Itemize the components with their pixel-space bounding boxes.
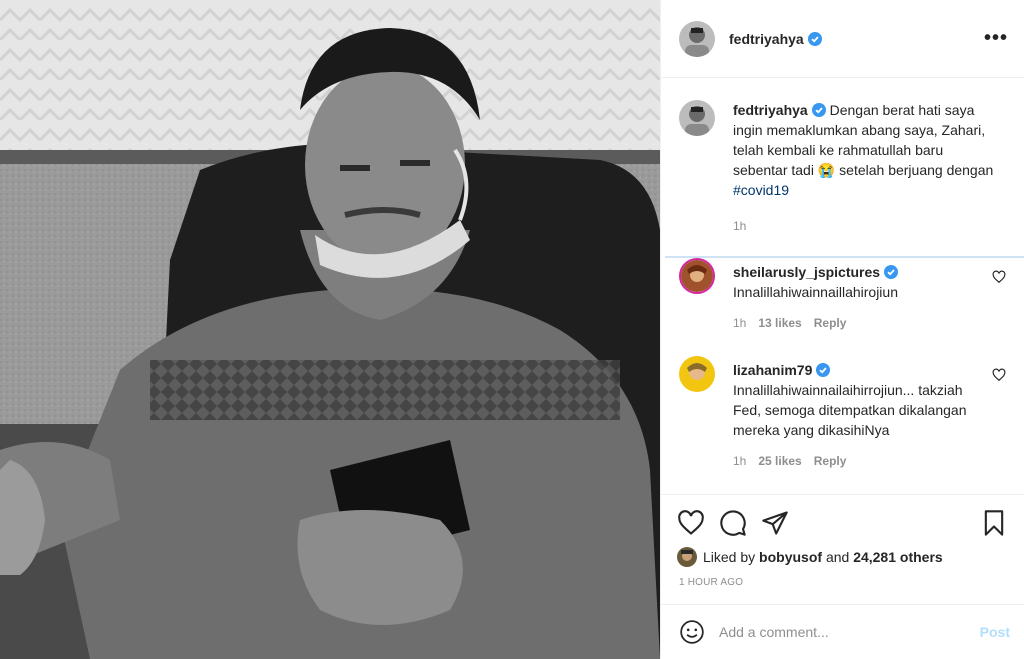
commenter-avatar[interactable]	[679, 356, 715, 392]
liked-by-prefix: Liked by	[703, 549, 756, 565]
commenter-username[interactable]: sheilarusly_jspictures	[733, 264, 880, 280]
liked-by-avatar[interactable]	[677, 547, 697, 567]
post-photo[interactable]	[0, 0, 660, 659]
comment-likes[interactable]: 25 likes	[758, 454, 801, 468]
share-send-icon[interactable]	[761, 509, 789, 537]
verified-badge-icon	[807, 31, 822, 46]
likes-summary: Liked by bobyusof and 24,281 others	[677, 547, 1008, 567]
caption: fedtriyahya Dengan berat hati saya ingin…	[661, 78, 1024, 236]
verified-badge-icon	[884, 265, 899, 279]
author-avatar[interactable]	[679, 20, 715, 57]
caption-time: 1h	[733, 219, 747, 233]
comment-text: Innalillahiwainnailaihirrojiun... takzia…	[733, 382, 967, 438]
post-actions: Liked by bobyusof and 24,281 others 1 HO…	[661, 494, 1024, 588]
comment-like-heart-icon[interactable]	[992, 270, 1006, 284]
verified-badge-icon	[811, 103, 826, 117]
more-options-icon[interactable]: •••	[984, 27, 1008, 50]
author-username[interactable]: fedtriyahya	[729, 31, 822, 47]
reply-button[interactable]: Reply	[814, 316, 847, 330]
commenter-username[interactable]: lizahanim79	[733, 362, 812, 378]
comment-body: sheilarusly_jspictures Innalillahiwainna…	[733, 262, 993, 333]
comment-bubble-icon[interactable]	[719, 509, 747, 537]
liked-by-user[interactable]: bobyusof	[759, 549, 822, 565]
caption-username[interactable]: fedtriyahya	[733, 102, 808, 118]
comment-time: 1h	[733, 316, 747, 330]
add-comment-input[interactable]: Add a comment...	[719, 624, 980, 640]
comment-item: sheilarusly_jspictures Innalillahiwainna…	[679, 258, 1014, 333]
hashtag-link[interactable]: #covid19	[733, 182, 789, 198]
liked-by-joiner: and	[825, 549, 850, 565]
emoji-smiley-icon[interactable]	[679, 619, 705, 645]
post-header: fedtriyahya •••	[661, 0, 1024, 78]
comment-item: lizahanim79 Innalillahiwainnailaihirroji…	[679, 356, 1014, 471]
likes-count[interactable]: 24,281 others	[853, 549, 943, 565]
save-bookmark-icon[interactable]	[980, 509, 1008, 537]
comment-likes[interactable]: 13 likes	[758, 316, 801, 330]
post-side-panel: fedtriyahya ••• fedtriyahya Dengan berat…	[660, 0, 1024, 659]
comment-meta: 1h 25 likes Reply	[733, 451, 993, 471]
author-username-text[interactable]: fedtriyahya	[729, 31, 804, 47]
comment-meta: 1h 13 likes Reply	[733, 313, 993, 333]
action-icons	[677, 509, 1008, 537]
post-timestamp[interactable]: 1 HOUR AGO	[679, 577, 1008, 588]
comment-body: lizahanim79 Innalillahiwainnailaihirroji…	[733, 360, 993, 471]
comment-time: 1h	[733, 454, 747, 468]
caption-author-avatar[interactable]	[679, 100, 715, 136]
comment-like-heart-icon[interactable]	[992, 368, 1006, 382]
instagram-post-view: fedtriyahya ••• fedtriyahya Dengan berat…	[0, 0, 1024, 659]
like-heart-icon[interactable]	[677, 509, 705, 537]
commenter-avatar[interactable]	[679, 258, 715, 294]
verified-badge-icon	[816, 363, 831, 377]
post-photo-image	[0, 0, 660, 659]
reply-button[interactable]: Reply	[814, 454, 847, 468]
comment-text: Innalillahiwainnaillahirojiun	[733, 284, 898, 300]
post-comment-button[interactable]: Post	[980, 624, 1010, 640]
add-comment-bar: Add a comment... Post	[661, 604, 1024, 659]
caption-content: fedtriyahya Dengan berat hati saya ingin…	[733, 100, 1001, 236]
